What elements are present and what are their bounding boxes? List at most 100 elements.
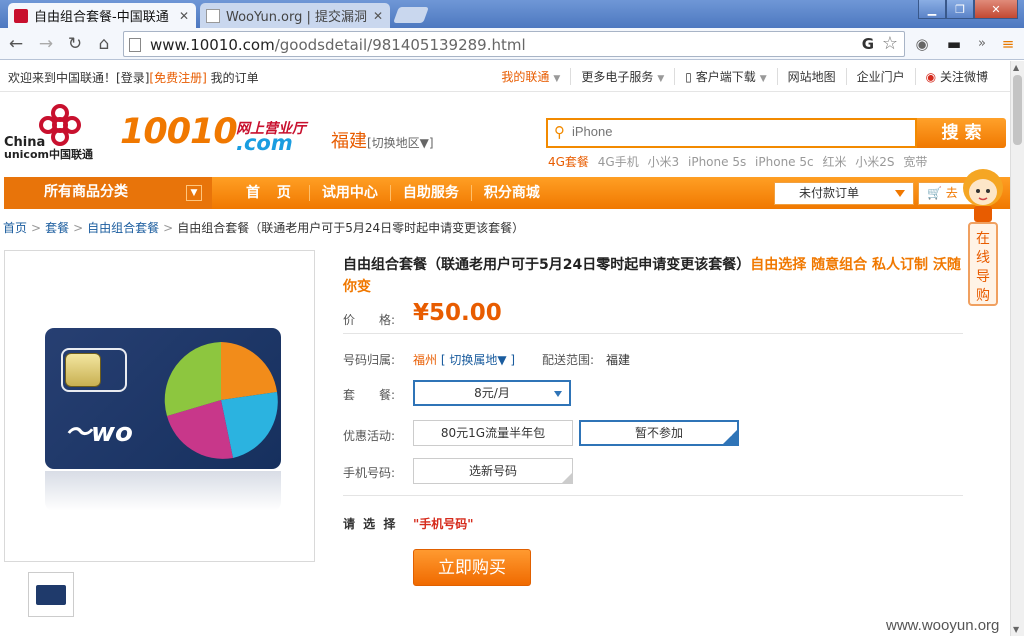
province-selector[interactable]: 福建[切换地区▼] — [331, 127, 434, 153]
plan-label: 套 餐: — [343, 388, 396, 402]
page-favicon-icon — [206, 8, 220, 23]
promo-option-1g-data[interactable]: 80元1G流量半年包 — [413, 420, 573, 446]
watermark: www.wooyun.org — [886, 617, 1000, 634]
breadcrumb-current: 自由组合套餐（联通老用户可于5月24日零时起申请变更该套餐） — [177, 221, 525, 235]
price-label: 价 格: — [343, 313, 396, 327]
bookmark-star-icon[interactable]: ☆ — [882, 33, 898, 54]
plan-select[interactable]: 8元/月 — [413, 380, 571, 406]
sim-chip-icon — [65, 353, 101, 387]
check-icon: ✓ — [728, 430, 736, 440]
sim-card-image: 〜wo — [45, 328, 281, 469]
nav-points-mall[interactable]: 积分商城 — [470, 185, 552, 201]
search-input[interactable] — [572, 124, 902, 139]
restore-icon[interactable]: ❐ — [946, 0, 974, 19]
login-link[interactable]: [登录] — [116, 71, 149, 85]
hot-word[interactable]: 4G套餐 — [548, 155, 589, 169]
sim-card-thumb-icon — [36, 585, 66, 605]
phone-label: 手机号码: — [343, 466, 396, 480]
close-tab-icon[interactable]: ✕ — [178, 9, 190, 23]
extensions-chevron-icon[interactable]: » — [972, 34, 992, 54]
shopping-guide-avatar-icon[interactable] — [960, 164, 1006, 224]
phone-icon: ▯ — [685, 70, 692, 84]
logo-10010[interactable]: 10010 — [120, 112, 238, 152]
reload-icon[interactable]: ↻ — [65, 34, 85, 54]
scroll-thumb[interactable] — [1013, 75, 1022, 145]
tab-wooyun[interactable]: WooYun.org | 提交漏洞 ✕ — [200, 3, 390, 28]
register-link[interactable]: [免费注册] — [149, 71, 206, 85]
globe-icon[interactable]: ◉ — [912, 34, 932, 54]
incognito-icon[interactable]: ▬ — [944, 34, 964, 54]
hot-word[interactable]: 宽带 — [903, 155, 927, 169]
weibo-icon: ◉ — [925, 70, 937, 84]
tab-unicom[interactable]: 自由组合套餐-中国联通 ✕ — [8, 3, 196, 28]
switch-location-link[interactable]: [ 切换属地▼ ] — [441, 353, 515, 367]
more-services-link[interactable]: 更多电子服务 ▼ — [570, 68, 674, 85]
promo-label: 优惠活动: — [343, 429, 396, 443]
my-unicom-link[interactable]: 我的联通 ▼ — [491, 68, 570, 85]
location-label: 号码归属: — [343, 353, 396, 367]
hot-search-words: 4G套餐 4G手机 小米3 iPhone 5s iPhone 5c 红米 小米2… — [548, 153, 932, 170]
hot-word[interactable]: 4G手机 — [598, 155, 639, 169]
product-price: ¥50.00 — [413, 300, 502, 326]
url-text: www.10010.com/goodsdetail/981405139289.h… — [150, 36, 526, 54]
close-tab-icon[interactable]: ✕ — [372, 9, 384, 23]
missing-option-hint: "手机号码" — [413, 517, 474, 531]
site-top-bar: 欢迎来到中国联通！[登录][免费注册] 我的订单 我的联通 ▼ 更多电子服务 ▼ ▯… — [0, 61, 1010, 92]
home-icon[interactable]: ⌂ — [94, 34, 114, 54]
google-translate-icon[interactable]: G — [862, 35, 874, 53]
guide-char: 购 — [976, 288, 990, 304]
guide-char: 导 — [976, 269, 990, 285]
switch-region-link[interactable]: [切换地区▼] — [367, 136, 434, 150]
scroll-down-icon[interactable]: ▼ — [1013, 625, 1019, 634]
online-guide-tab[interactable]: 在 线 导 购 — [968, 222, 998, 306]
new-tab-button[interactable] — [393, 7, 429, 23]
divider — [343, 333, 963, 334]
address-bar[interactable]: www.10010.com/goodsdetail/981405139289.h… — [123, 31, 905, 57]
tab-title: WooYun.org | 提交漏洞 — [226, 10, 368, 25]
breadcrumb: 首页 > 套餐 > 自由组合套餐 > 自由组合套餐（联通老用户可于5月24日零时起申请变更该… — [3, 221, 525, 235]
divider — [343, 495, 963, 496]
shipping-label: 配送范围: — [542, 353, 595, 367]
dropdown-arrow-icon — [554, 391, 562, 397]
breadcrumb-plans[interactable]: 套餐 — [45, 221, 69, 235]
menu-icon[interactable]: ≡ — [998, 34, 1018, 54]
hot-word[interactable]: 小米2S — [855, 155, 894, 169]
puzzle-graphic-icon — [164, 342, 278, 459]
hot-word[interactable]: iPhone 5c — [755, 155, 814, 169]
close-window-icon[interactable]: ✕ — [974, 0, 1018, 19]
choose-number-button[interactable]: 选新号码 — [413, 458, 573, 484]
product-thumbnail[interactable] — [28, 572, 74, 617]
browser-toolbar: ← → ↻ ⌂ www.10010.com/goodsdetail/981405… — [0, 28, 1024, 60]
window-controls: ▁ ❐ ✕ — [918, 0, 1018, 19]
search-button[interactable]: 搜 索 — [917, 118, 1006, 148]
hot-word[interactable]: iPhone 5s — [688, 155, 746, 169]
enterprise-link[interactable]: 企业门户 — [845, 68, 915, 85]
guide-char: 线 — [976, 250, 990, 266]
forward-icon[interactable]: → — [36, 34, 56, 54]
buy-now-button[interactable]: 立即购买 — [413, 549, 531, 586]
logo-com: .com — [236, 131, 293, 155]
my-orders-link[interactable]: 我的订单 — [211, 71, 259, 85]
search-icon: ⚲ — [554, 123, 565, 141]
hot-word[interactable]: 小米3 — [648, 155, 680, 169]
dropdown-arrow-icon — [895, 190, 905, 197]
client-download-link[interactable]: ▯ 客户端下载 ▼ — [674, 68, 776, 85]
scroll-up-icon[interactable]: ▲ — [1013, 63, 1019, 72]
nav-trial-center[interactable]: 试用中心 — [308, 185, 390, 201]
main-nav: 所有商品分类 ▼ 首 页 试用中心 自助服务 积分商城 未付款订单 🛒 去 — [4, 177, 1010, 209]
minimize-icon[interactable]: ▁ — [918, 0, 946, 19]
card-reflection — [45, 471, 281, 511]
product-image: 〜wo — [4, 250, 315, 562]
breadcrumb-free-combo[interactable]: 自由组合套餐 — [87, 221, 159, 235]
nav-home[interactable]: 首 页 — [232, 185, 309, 201]
sitemap-link[interactable]: 网站地图 — [776, 68, 846, 85]
page-scrollbar[interactable]: ▲ ▼ — [1010, 61, 1024, 636]
promo-option-no-join[interactable]: 暂不参加 ✓ — [579, 420, 739, 446]
hot-word[interactable]: 红米 — [822, 155, 846, 169]
nav-self-service[interactable]: 自助服务 — [389, 185, 471, 201]
all-categories-menu[interactable]: 所有商品分类 ▼ — [4, 177, 212, 209]
unpaid-orders-dropdown[interactable]: 未付款订单 — [774, 182, 914, 205]
back-icon[interactable]: ← — [6, 34, 26, 54]
breadcrumb-home[interactable]: 首页 — [3, 221, 27, 235]
weibo-link[interactable]: ◉ 关注微博 — [914, 68, 998, 85]
